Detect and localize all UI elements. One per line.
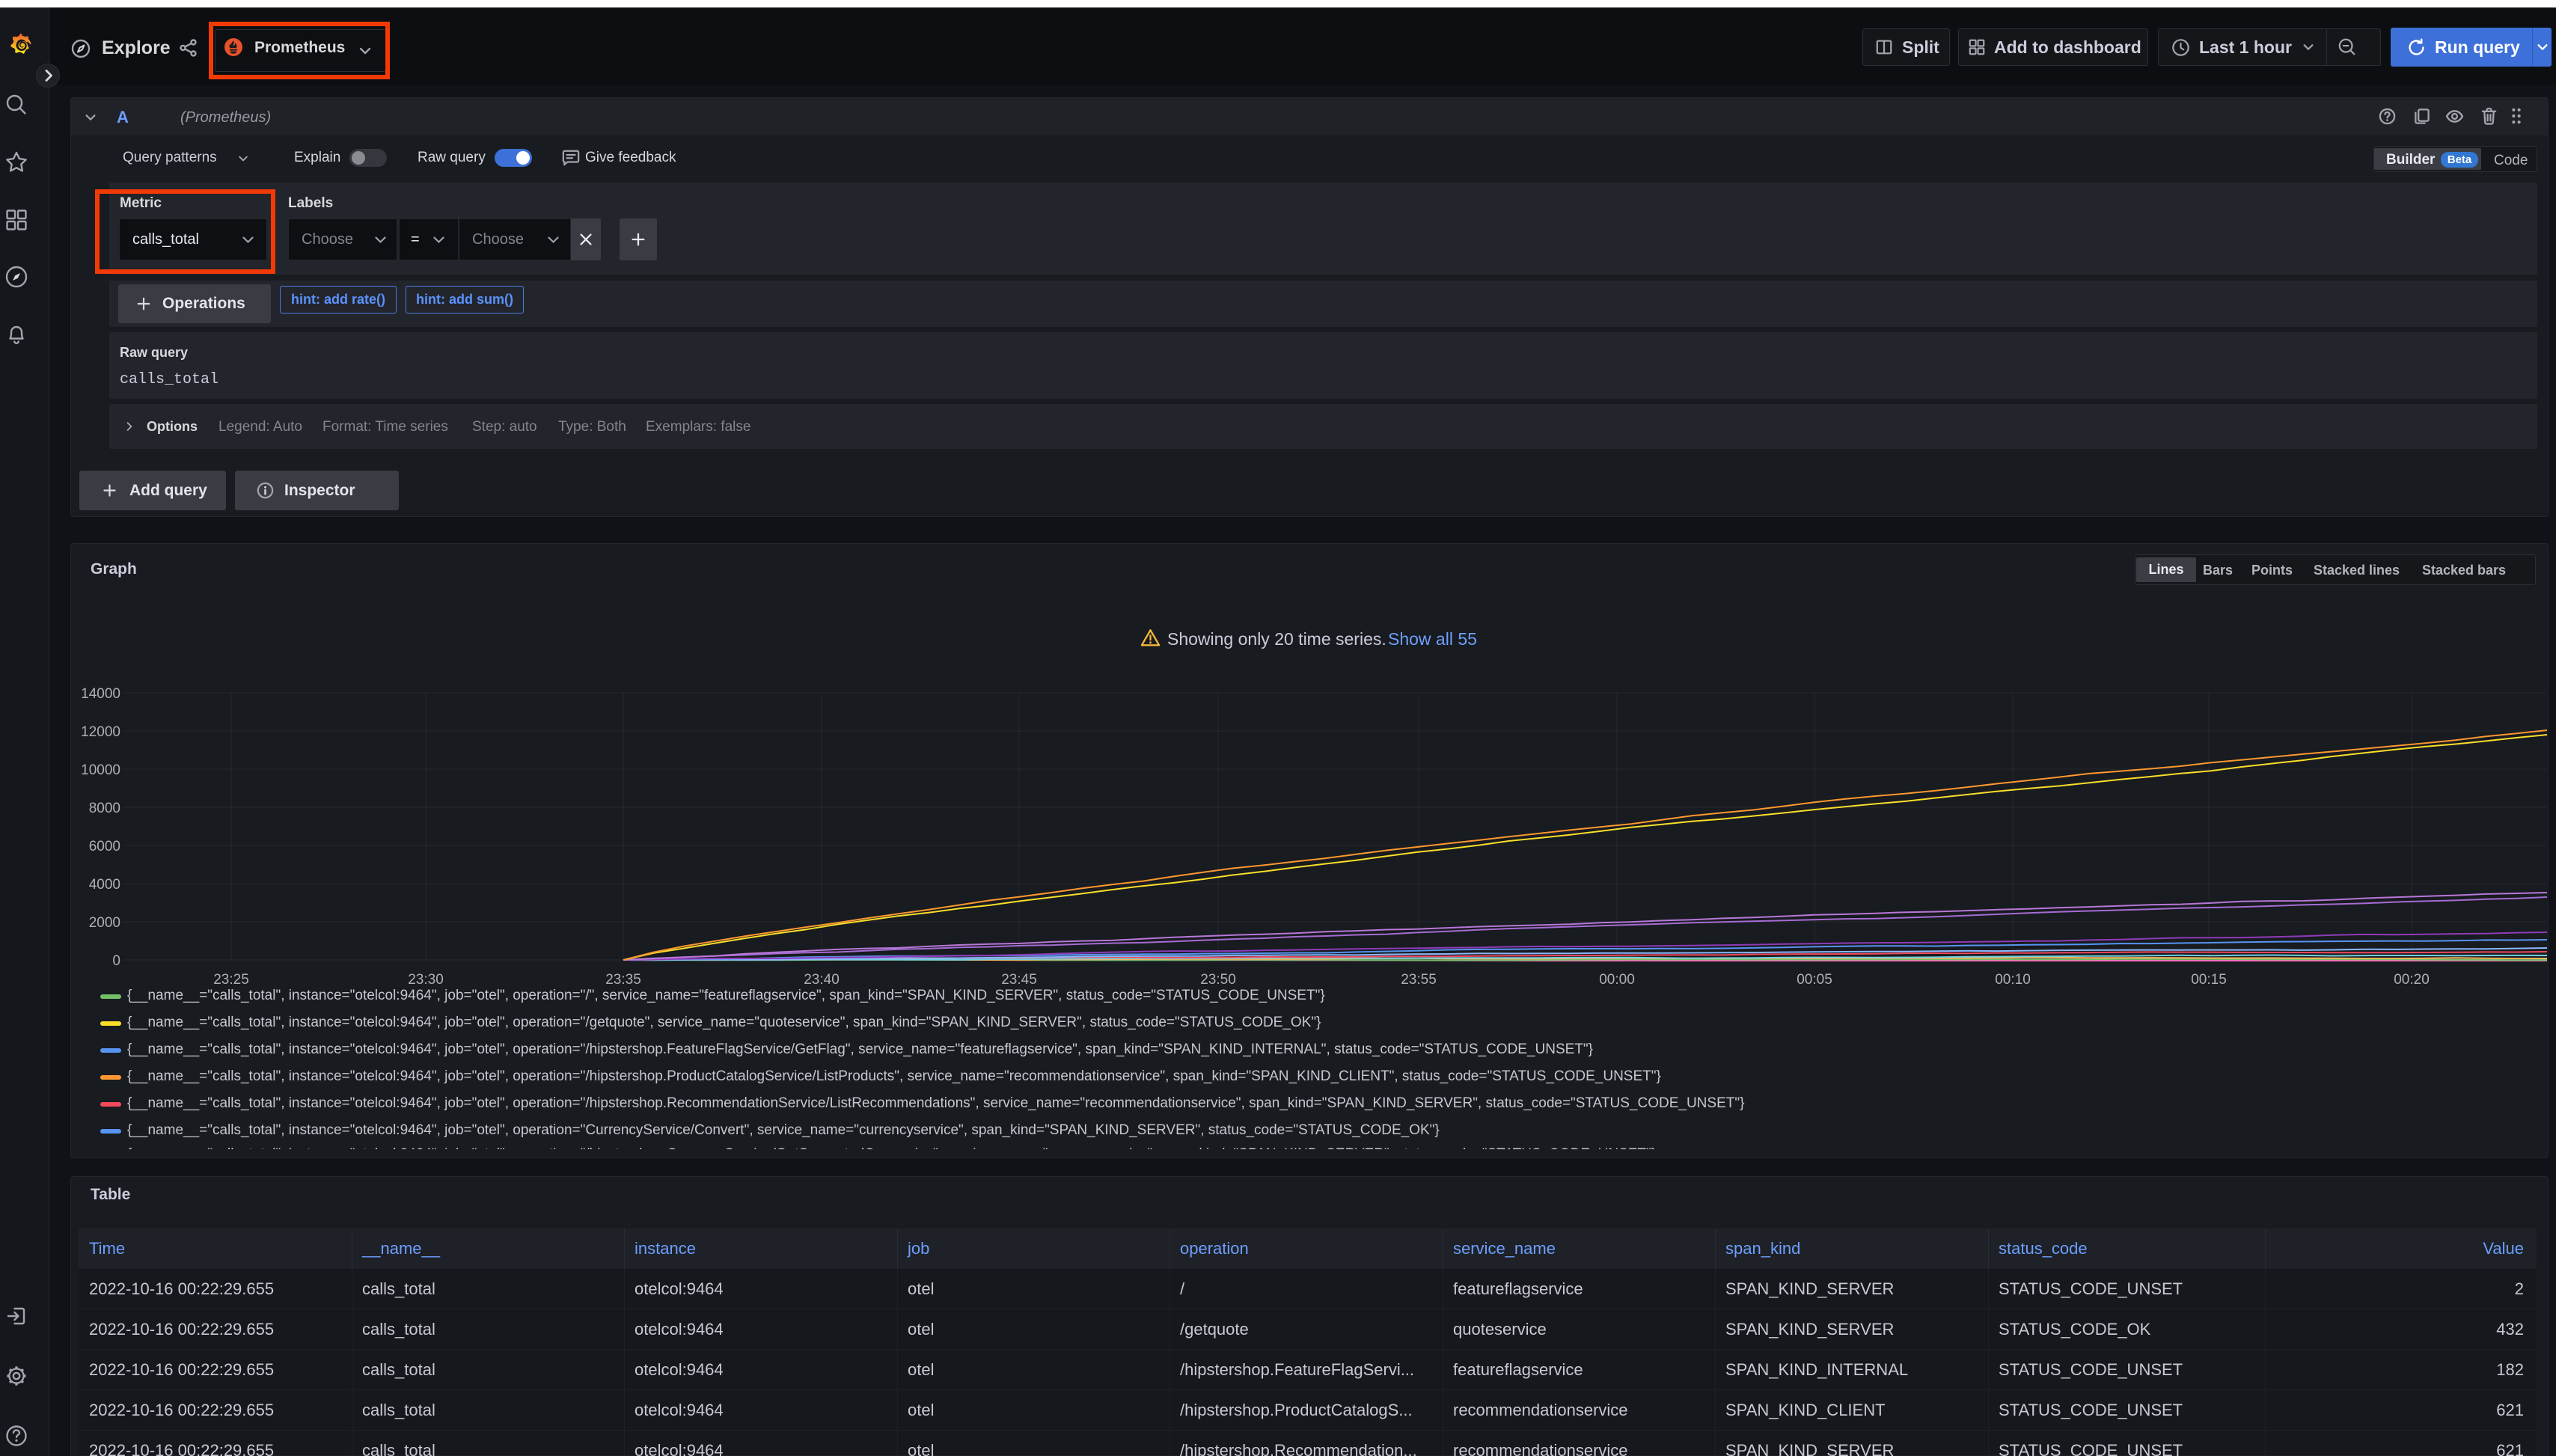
svg-text:14000: 14000 <box>81 686 120 702</box>
svg-text:00:05: 00:05 <box>1797 972 1832 988</box>
svg-text:00:15: 00:15 <box>2191 972 2227 988</box>
svg-text:8000: 8000 <box>89 801 120 816</box>
svg-text:00:00: 00:00 <box>1599 972 1635 988</box>
svg-text:23:50: 23:50 <box>1200 972 1236 988</box>
svg-text:4000: 4000 <box>89 877 120 893</box>
svg-text:2000: 2000 <box>89 915 120 931</box>
svg-text:23:45: 23:45 <box>1001 972 1037 988</box>
svg-text:23:35: 23:35 <box>605 972 641 988</box>
svg-text:10000: 10000 <box>81 762 120 778</box>
svg-text:23:40: 23:40 <box>804 972 840 988</box>
svg-text:23:55: 23:55 <box>1401 972 1437 988</box>
svg-text:23:25: 23:25 <box>213 972 249 988</box>
svg-text:0: 0 <box>112 953 120 969</box>
svg-text:00:20: 00:20 <box>2394 972 2430 988</box>
svg-text:6000: 6000 <box>89 839 120 854</box>
svg-text:12000: 12000 <box>81 724 120 740</box>
svg-text:23:30: 23:30 <box>408 972 444 988</box>
svg-text:00:10: 00:10 <box>1995 972 2031 988</box>
